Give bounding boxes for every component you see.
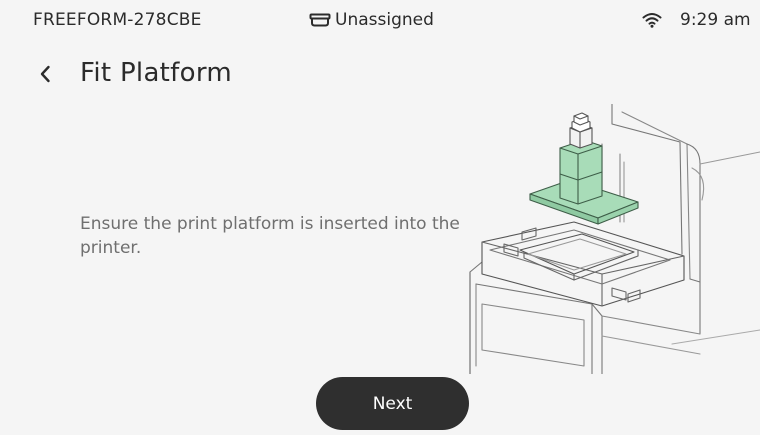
tank-status-label: Unassigned: [335, 10, 434, 30]
printer-with-build-platform-illustration: [462, 103, 760, 375]
wifi-icon: [642, 12, 662, 32]
chevron-left-icon: [39, 65, 51, 87]
header: Fit Platform: [0, 56, 760, 96]
clock: 9:29 am: [680, 10, 751, 30]
device-name: FREEFORM-278CBE: [33, 10, 202, 30]
next-button[interactable]: Next: [316, 377, 469, 430]
resin-tank-icon: [309, 13, 331, 27]
page-title: Fit Platform: [80, 58, 232, 88]
tank-status: Unassigned: [309, 10, 434, 30]
instruction-text: Ensure the print platform is inserted in…: [80, 214, 460, 258]
back-button[interactable]: [33, 60, 57, 92]
status-bar: FREEFORM-278CBE Unassigned 9:29 am: [0, 0, 760, 44]
